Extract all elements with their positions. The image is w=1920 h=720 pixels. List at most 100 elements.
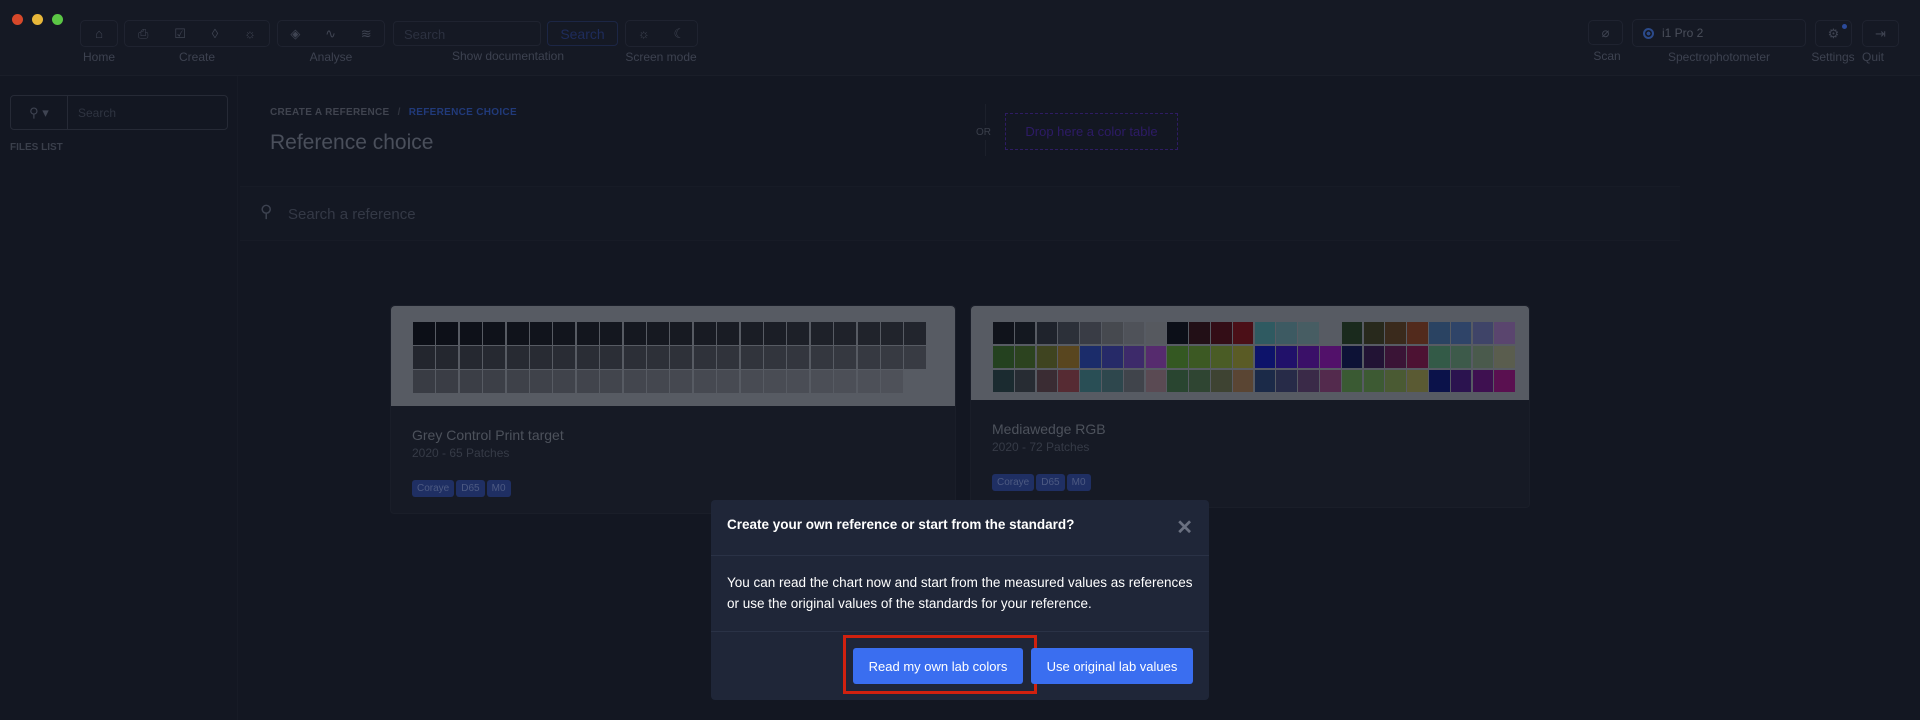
color-patch bbox=[1494, 346, 1515, 368]
color-patch bbox=[1123, 322, 1145, 344]
color-patch bbox=[1298, 346, 1319, 368]
window-minimize-button[interactable] bbox=[32, 14, 43, 25]
window-close-button[interactable] bbox=[12, 14, 23, 25]
color-patch bbox=[1276, 322, 1297, 344]
grey-patch bbox=[576, 322, 599, 345]
color-patch bbox=[993, 346, 1014, 368]
read-own-lab-colors-button[interactable]: Read my own lab colors bbox=[853, 648, 1023, 684]
home-button[interactable]: ⌂ bbox=[80, 20, 118, 47]
grey-patch bbox=[904, 322, 927, 345]
color-patch bbox=[1363, 346, 1385, 368]
pulse-icon[interactable]: ∿ bbox=[325, 26, 336, 42]
drop-icon[interactable]: ◊ bbox=[212, 26, 218, 41]
color-patch bbox=[1102, 346, 1123, 368]
sidebar-search: ⚲ ▾ Search bbox=[10, 95, 228, 130]
color-patch bbox=[1232, 370, 1254, 392]
grey-patch bbox=[600, 370, 623, 393]
doc-search-input[interactable]: Search bbox=[393, 21, 541, 46]
grey-patch bbox=[600, 346, 623, 369]
color-patch bbox=[1407, 322, 1428, 344]
color-patch bbox=[993, 370, 1014, 392]
use-original-lab-values-button[interactable]: Use original lab values bbox=[1031, 648, 1193, 684]
show-documentation-label[interactable]: Show documentation bbox=[452, 49, 564, 63]
grey-patch bbox=[553, 370, 576, 393]
grey-patch bbox=[834, 322, 857, 345]
color-patch bbox=[1167, 322, 1188, 344]
tag: Coraye bbox=[412, 480, 455, 497]
quit-label: Quit bbox=[1861, 50, 1885, 64]
grey-patch bbox=[857, 370, 880, 393]
color-patch bbox=[1320, 322, 1341, 344]
color-patch bbox=[1450, 370, 1472, 392]
sun-icon[interactable]: ☼ bbox=[244, 26, 256, 41]
grey-patch bbox=[623, 322, 646, 345]
color-patch bbox=[1036, 370, 1058, 392]
dialog-title: Create your own reference or start from … bbox=[727, 517, 1075, 532]
color-patch bbox=[1254, 322, 1276, 344]
grey-patch bbox=[506, 346, 529, 369]
patch-preview bbox=[391, 306, 955, 406]
drop-color-table-zone[interactable]: Drop here a color table bbox=[1005, 113, 1178, 150]
printer-icon[interactable]: ⎙ bbox=[138, 26, 148, 42]
create-group: ⎙ ☑ ◊ ☼ bbox=[124, 20, 270, 47]
quit-button[interactable]: ⇥ bbox=[1862, 20, 1899, 47]
grey-patch bbox=[530, 370, 552, 393]
reference-card-mediawedge-rgb[interactable]: Mediawedge RGB 2020 - 72 Patches Coraye … bbox=[970, 305, 1530, 508]
scan-button[interactable]: ⌀ bbox=[1588, 20, 1623, 45]
grey-patch bbox=[834, 346, 857, 369]
color-patch bbox=[1385, 322, 1406, 344]
checkbox-icon[interactable]: ☑ bbox=[174, 26, 186, 42]
grey-patch bbox=[693, 322, 716, 345]
light-mode-icon[interactable]: ☼ bbox=[638, 26, 650, 41]
grey-patch bbox=[436, 346, 459, 369]
sidebar bbox=[0, 76, 238, 720]
reference-search-input[interactable]: Search a reference bbox=[288, 206, 416, 223]
sidebar-search-input[interactable]: Search bbox=[68, 96, 126, 129]
layers-icon[interactable]: ≋ bbox=[361, 26, 372, 42]
color-patch bbox=[1385, 346, 1406, 368]
grey-patch bbox=[600, 322, 623, 345]
grey-patch bbox=[764, 346, 786, 369]
grey-patch bbox=[787, 370, 810, 393]
gear-icon: ⚙ bbox=[1827, 25, 1840, 41]
color-patch bbox=[1407, 346, 1428, 368]
grey-patch bbox=[553, 322, 576, 345]
grey-patch bbox=[881, 346, 903, 369]
color-patch bbox=[1211, 322, 1232, 344]
color-patch bbox=[1341, 346, 1363, 368]
color-patch bbox=[1429, 322, 1450, 344]
window-maximize-button[interactable] bbox=[52, 14, 63, 25]
dark-mode-icon[interactable]: ☾ bbox=[673, 26, 685, 42]
tag: Coraye bbox=[992, 474, 1035, 491]
grey-patch bbox=[717, 346, 740, 369]
grey-patch bbox=[670, 346, 693, 369]
color-patch bbox=[1080, 370, 1101, 392]
grey-patch bbox=[459, 346, 482, 369]
color-patch bbox=[1102, 370, 1123, 392]
search-filter-dropdown[interactable]: ⚲ ▾ bbox=[11, 96, 68, 129]
notification-dot bbox=[1842, 24, 1847, 29]
reference-card-grey-control[interactable]: Grey Control Print target 2020 - 65 Patc… bbox=[390, 305, 956, 514]
color-patch bbox=[1494, 322, 1515, 344]
tag: D65 bbox=[456, 480, 485, 497]
close-icon[interactable]: ✕ bbox=[1176, 518, 1193, 538]
logout-icon: ⇥ bbox=[1875, 25, 1886, 41]
device-select[interactable]: i1 Pro 2 bbox=[1632, 19, 1806, 47]
reference-search[interactable]: ⚲ Search a reference bbox=[240, 186, 1680, 241]
grey-patch bbox=[413, 322, 435, 345]
search-icon: ⚲ bbox=[260, 202, 273, 221]
breadcrumb-create-reference[interactable]: CREATE A REFERENCE bbox=[270, 107, 389, 118]
grey-patch bbox=[764, 370, 786, 393]
settings-button[interactable]: ⚙ bbox=[1815, 20, 1852, 47]
screen-mode-group: ☼ ☾ bbox=[625, 20, 698, 47]
target-icon[interactable]: ◈ bbox=[290, 26, 300, 42]
color-patch bbox=[1080, 346, 1101, 368]
analyse-label: Analyse bbox=[309, 50, 353, 64]
color-patch bbox=[1429, 346, 1450, 368]
color-patch bbox=[1211, 370, 1232, 392]
color-patch bbox=[1298, 370, 1319, 392]
doc-search-button[interactable]: Search bbox=[547, 21, 618, 46]
reference-mode-dialog: Create your own reference or start from … bbox=[711, 500, 1209, 700]
color-patch bbox=[1472, 346, 1494, 368]
color-patch bbox=[993, 322, 1014, 344]
